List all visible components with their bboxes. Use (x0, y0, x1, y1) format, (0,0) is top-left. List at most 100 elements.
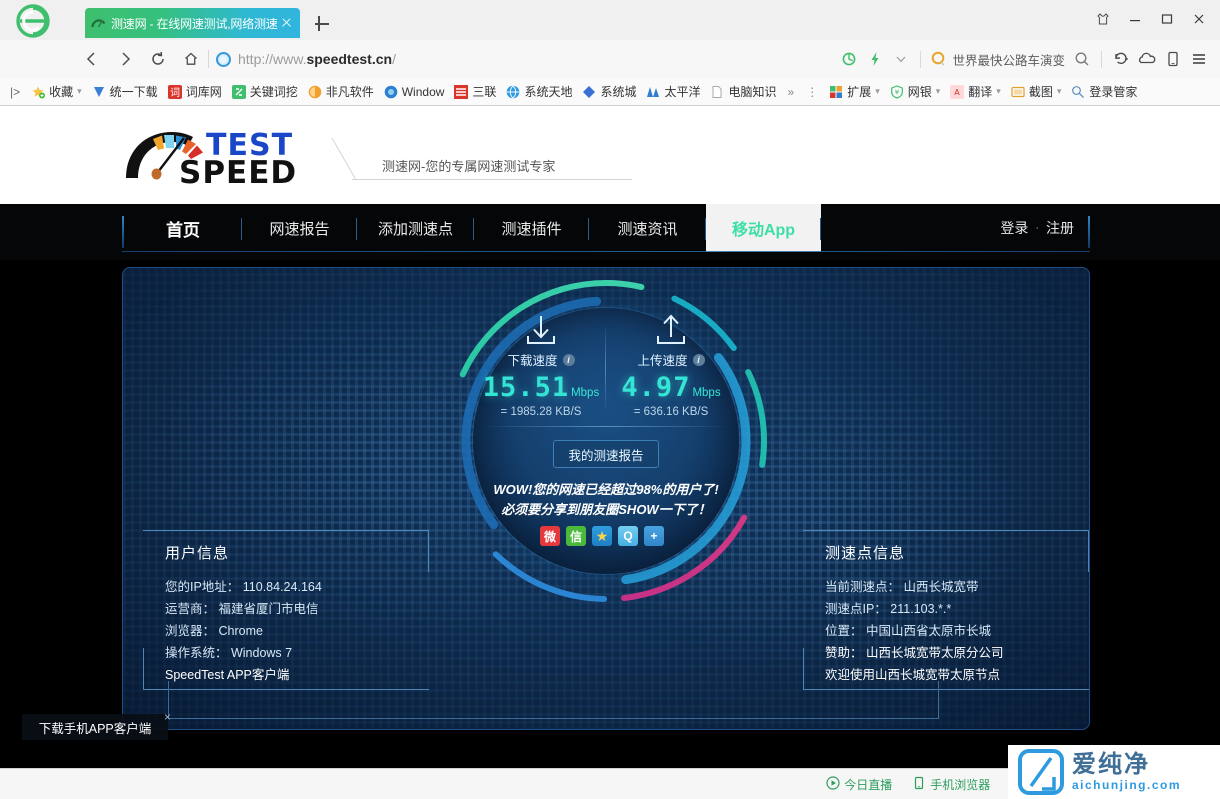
address-bar[interactable]: http://www.speedtest.cn/ (216, 46, 776, 72)
toolbar-login-manager[interactable]: 登录管家 (1066, 81, 1142, 103)
node-info-line: 欢迎使用山西长城宽带太原节点 (825, 664, 1003, 686)
box-bottom-border (143, 689, 429, 690)
nav-item-news[interactable]: 测速资讯 (589, 204, 706, 252)
bookmarks-more-menu-icon[interactable]: ⋮ (800, 85, 824, 99)
chevron-down-icon[interactable]: ▾ (77, 86, 82, 97)
share-qq-icon[interactable]: Q (618, 526, 638, 546)
home-button[interactable] (179, 48, 203, 70)
site-icon (308, 85, 322, 99)
reload-button[interactable] (146, 48, 170, 70)
info-icon[interactable]: i (693, 354, 705, 366)
tab-close-icon[interactable] (280, 16, 294, 30)
close-button[interactable] (1184, 8, 1214, 30)
info-icon[interactable]: i (563, 354, 575, 366)
nav-item-speed-report[interactable]: 网速报告 (242, 204, 357, 252)
menu-icon[interactable] (1186, 46, 1212, 72)
download-equivalent: = 1985.28 KB/S (501, 406, 582, 418)
upload-value: 4.97 (621, 372, 690, 403)
node-info-line: 赞助： 山西长城宽带太原分公司 (825, 642, 1003, 664)
login-link[interactable]: 登录 (1000, 218, 1028, 238)
app-download-tooltip[interactable]: 下载手机APP客户端 (22, 714, 168, 740)
new-tab-button[interactable] (312, 14, 332, 34)
upload-label-row: 上传速度 i (637, 350, 704, 369)
translate-icon: A (950, 85, 964, 99)
share-wechat-icon[interactable]: 信 (566, 526, 586, 546)
site-slogan-wrap: 测速网-您的专属网速测试专家 (330, 136, 630, 184)
bookmarks-expand-icon[interactable]: |> (4, 85, 26, 99)
toolbar-translate[interactable]: A 翻译 ▾ (945, 81, 1006, 103)
bookmark-label: 词库网 (186, 83, 222, 100)
toolbar-screenshot[interactable]: 截图 ▾ (1006, 81, 1067, 103)
bookmark-item[interactable]: 系统城 (577, 81, 641, 103)
toolbar-extensions[interactable]: 扩展 ▾ (824, 81, 885, 103)
lightning-icon[interactable] (862, 46, 888, 72)
auth-links: 登录 · 注册 (1000, 204, 1074, 252)
upload-speed-block: 上传速度 i 4.97 Mbps = 636.16 KB/S (606, 314, 736, 418)
browser-tab[interactable]: 测速网 - 在线网速测试,网络测速 (85, 8, 300, 38)
screenshot-icon (1011, 85, 1025, 99)
mobile-icon[interactable] (1160, 46, 1186, 72)
site-icon (506, 85, 520, 99)
undo-icon[interactable] (1108, 46, 1134, 72)
chevron-down-icon[interactable]: ▾ (1057, 86, 1062, 97)
bookmark-item[interactable]: 词 词库网 (163, 81, 227, 103)
speedtest-logo[interactable]: TEST SPEED (122, 124, 317, 186)
bookmark-label: Window (402, 85, 445, 99)
status-label: 今日直播 (844, 776, 892, 793)
site-header: TEST SPEED 测速网-您的专属网速测试专家 (0, 106, 1220, 204)
share-weibo-icon[interactable]: 微 (540, 526, 560, 546)
upload-label: 上传速度 (637, 350, 687, 369)
chevron-down-icon[interactable] (888, 46, 914, 72)
site-nav-items: 首页 网速报告 添加测速点 测速插件 (124, 204, 821, 252)
chevron-down-icon[interactable]: ▾ (996, 86, 1001, 97)
nav-item-mobile-app[interactable]: 移动App (706, 204, 821, 252)
search-box[interactable]: 世界最快公路车演变 (927, 46, 1095, 72)
svg-text:A: A (955, 88, 961, 97)
nav-item-plugin[interactable]: 测速插件 (474, 204, 589, 252)
bookmark-item[interactable]: 太平洋 (641, 81, 705, 103)
search-icon[interactable] (1073, 50, 1091, 68)
bookmark-item[interactable]: 电脑知识 (705, 81, 781, 103)
upload-arrow-icon (649, 314, 693, 348)
maximize-button[interactable] (1152, 8, 1182, 30)
nav-item-add-node[interactable]: 添加测速点 (357, 204, 474, 252)
app-client-link[interactable]: SpeedTest APP客户端 (165, 664, 322, 686)
share-more-icon[interactable]: + (644, 526, 664, 546)
status-mobile-browser[interactable]: 手机浏览器 (902, 776, 1000, 793)
share-qzone-icon[interactable]: ★ (592, 526, 612, 546)
status-live-today[interactable]: 今日直播 (816, 776, 902, 793)
back-button[interactable] (80, 48, 104, 70)
forward-button[interactable] (113, 48, 137, 70)
watermark-text: 爱纯净 aichunjing.com (1072, 752, 1181, 792)
speedtest-favicon-icon (91, 16, 106, 31)
search-input[interactable]: 世界最快公路车演变 (952, 50, 1065, 69)
node-info-line: 当前测速点： 山西长城宽带 (825, 576, 1003, 598)
bookmark-item[interactable]: 非凡软件 (303, 81, 379, 103)
site-icon (582, 85, 596, 99)
bookmark-item[interactable]: 三联 (449, 81, 501, 103)
bookmark-item[interactable]: 系统天地 (501, 81, 577, 103)
box-top-border (803, 530, 1089, 531)
bookmark-label: 系统天地 (524, 83, 572, 100)
divider (1101, 51, 1102, 68)
bookmark-item[interactable]: 关键词挖 (227, 81, 303, 103)
chevron-down-icon[interactable]: ▾ (936, 86, 941, 97)
bookmark-item[interactable]: 统一下载 (87, 81, 163, 103)
sync-icon[interactable] (836, 46, 862, 72)
tab-title: 测速网 - 在线网速测试,网络测速 (111, 15, 280, 32)
svg-text:SPEED: SPEED (179, 155, 297, 186)
my-report-button[interactable]: 我的测速报告 (553, 440, 659, 468)
nav-item-home[interactable]: 首页 (124, 204, 242, 252)
register-link[interactable]: 注册 (1046, 218, 1074, 238)
node-info-line: 测速点IP： 211.103.*.* (825, 598, 1003, 620)
bookmark-item[interactable]: 收藏 ▾ (26, 81, 87, 103)
chevron-down-icon[interactable]: ▾ (875, 86, 880, 97)
shirt-icon[interactable] (1088, 8, 1118, 30)
download-label: 下载速度 (507, 350, 557, 369)
minimize-button[interactable] (1120, 8, 1150, 30)
toolbar-banking[interactable]: ¥ 网银 ▾ (885, 81, 946, 103)
cloud-icon[interactable] (1134, 46, 1160, 72)
bookmarks-overflow-icon[interactable]: » (782, 85, 801, 99)
tooltip-close-icon[interactable]: × (164, 710, 171, 724)
bookmark-item[interactable]: Window (379, 81, 450, 103)
